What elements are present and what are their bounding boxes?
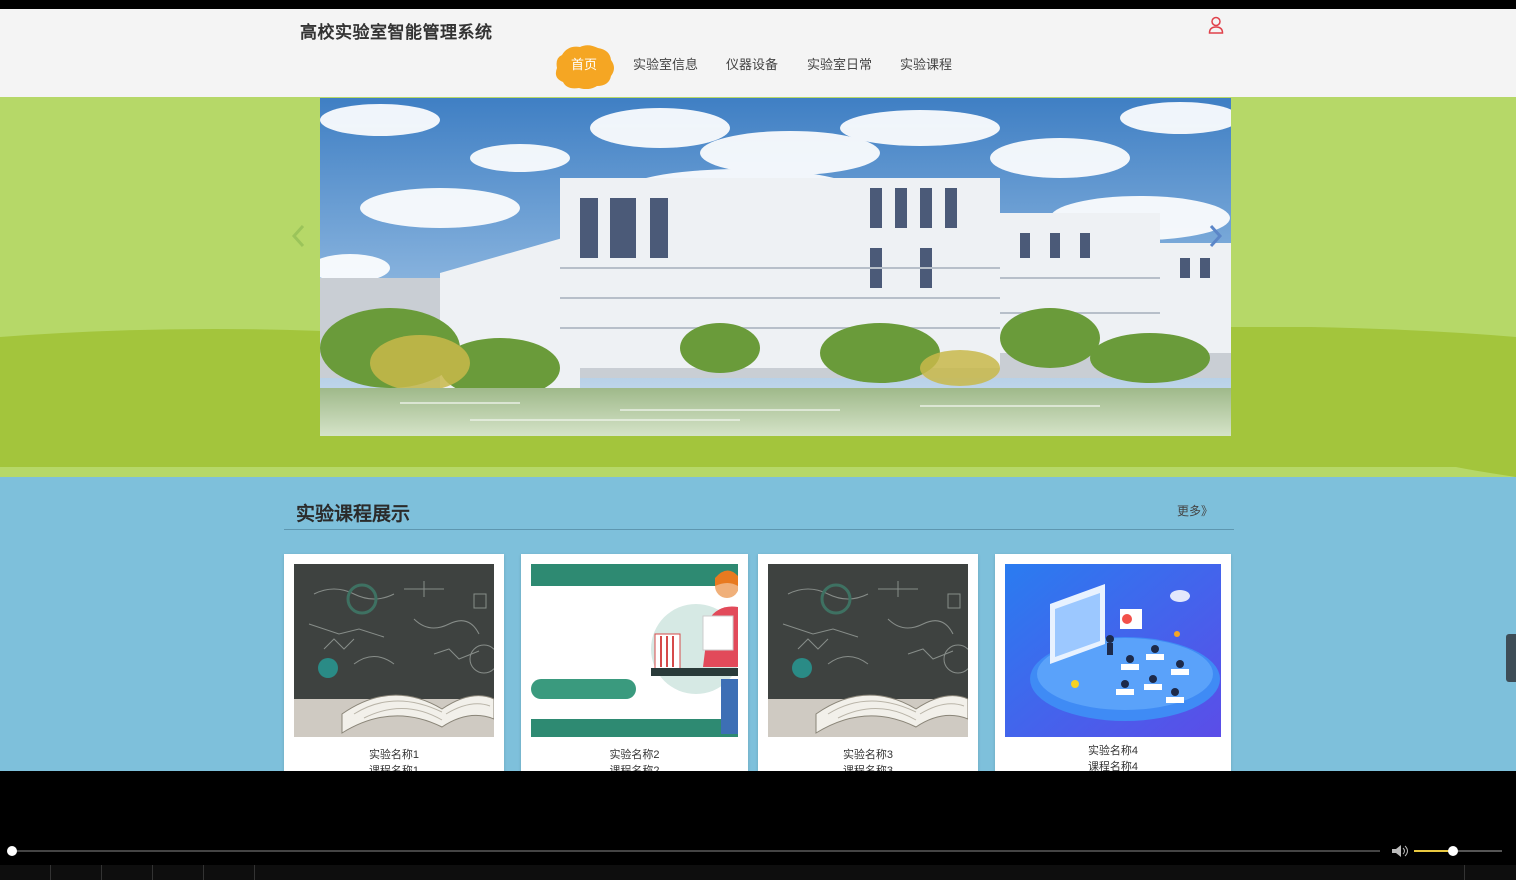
course-card[interactable]: 实验名称3 课程名称3 — [758, 554, 978, 771]
nav-label: 仪器设备 — [726, 57, 779, 72]
web-page: 高校实验室智能管理系统 首页 实验室信息 仪器设备 实验室日常 实验课程 实验课… — [0, 9, 1516, 771]
taskbar — [0, 865, 1516, 880]
course-card-subtitle: 课程名称3 — [842, 765, 894, 771]
user-icon[interactable] — [1208, 16, 1224, 34]
taskbar-divider — [1464, 865, 1465, 880]
side-scroll-handle[interactable] — [1506, 634, 1516, 682]
course-card-name: 实验名称3 — [842, 749, 894, 761]
course-card-name: 实验名称2 — [609, 749, 660, 761]
more-link[interactable]: 更多》 — [1177, 502, 1213, 519]
site-title: 高校实验室智能管理系统 — [300, 23, 493, 42]
course-card[interactable]: 实验名称2 课程名称2 — [521, 554, 748, 771]
course-card[interactable]: 实验名称4 课程名称4 — [995, 554, 1231, 771]
progress-knob[interactable] — [7, 846, 17, 856]
course-card-name: 实验名称1 — [368, 749, 420, 761]
course-card-image — [294, 564, 494, 737]
taskbar-divider — [152, 865, 153, 880]
video-player-controls — [0, 771, 1516, 880]
site-header: 高校实验室智能管理系统 首页 实验室信息 仪器设备 实验室日常 实验课程 — [0, 9, 1516, 97]
course-card[interactable]: 实验名称1 课程名称1 — [284, 554, 504, 771]
nav-label: 实验室信息 — [633, 57, 699, 72]
volume-slider-knob[interactable] — [1448, 846, 1458, 856]
nav-label: 实验课程 — [900, 57, 953, 72]
section-divider — [284, 529, 1234, 530]
nav-item-home[interactable]: 首页 — [554, 45, 614, 89]
taskbar-divider — [203, 865, 204, 880]
course-card-name: 实验名称4 — [1087, 745, 1139, 757]
course-card-subtitle: 课程名称1 — [368, 765, 420, 771]
nav-item-lab-courses[interactable]: 实验课程 — [900, 45, 952, 89]
nav-item-lab-daily[interactable]: 实验室日常 — [807, 45, 872, 89]
course-card-subtitle: 课程名称2 — [609, 765, 660, 771]
section-title: 实验课程展示 — [296, 504, 411, 525]
banner-slide-image — [320, 98, 1231, 436]
nav-label: 实验室日常 — [807, 57, 873, 72]
chevron-left-icon[interactable] — [288, 221, 310, 251]
banner-carousel — [0, 97, 1516, 477]
taskbar-divider — [101, 865, 102, 880]
nav-item-equipment[interactable]: 仪器设备 — [726, 45, 778, 89]
window-top-bar — [0, 0, 1516, 9]
taskbar-divider — [50, 865, 51, 880]
course-card-image — [768, 564, 968, 737]
course-card-image — [531, 564, 738, 737]
nav-label: 首页 — [570, 57, 597, 72]
nav-item-lab-info[interactable]: 实验室信息 — [633, 45, 698, 89]
progress-bar[interactable] — [10, 850, 1380, 852]
chevron-right-icon[interactable] — [1204, 221, 1226, 251]
taskbar-divider — [254, 865, 255, 880]
course-card-subtitle: 课程名称4 — [1087, 761, 1139, 771]
lab-course-section: 实验课程展示 更多》 实验名称1 课程名称1 实验名称2 课程名称2 实验名称3… — [0, 477, 1516, 771]
speaker-icon[interactable] — [1391, 844, 1409, 858]
course-card-image — [1005, 564, 1221, 737]
